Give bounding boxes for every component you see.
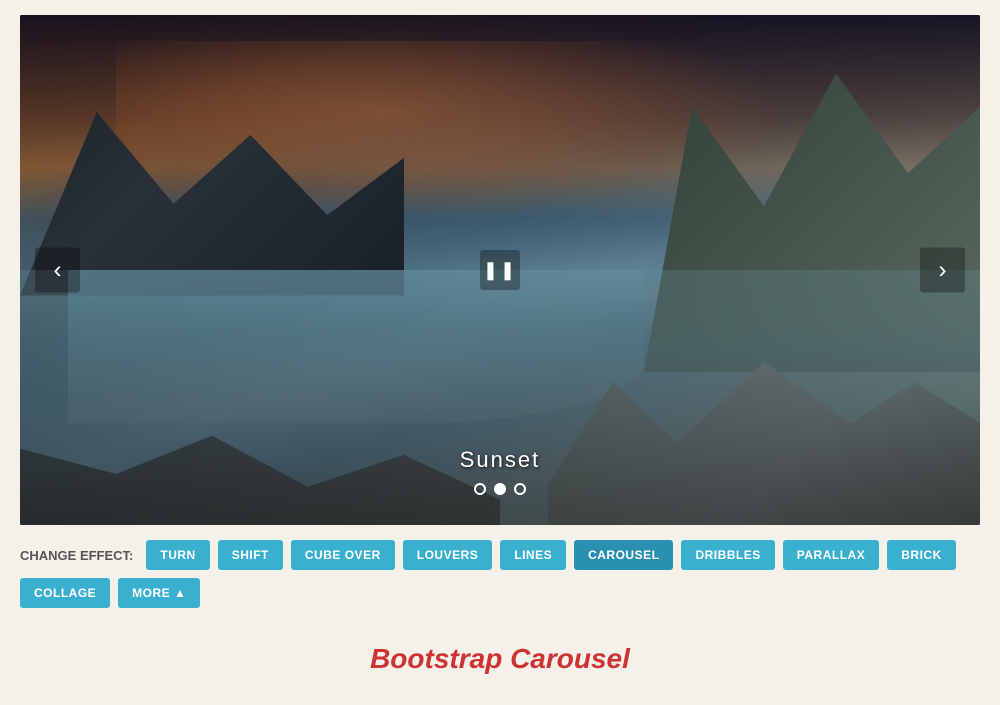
effect-btn-carousel[interactable]: CAROUSEL	[574, 540, 673, 570]
effect-btn-collage[interactable]: COLLAGE	[20, 578, 110, 608]
prev-button[interactable]: ‹	[35, 248, 80, 293]
effect-btn-shift[interactable]: SHIFT	[218, 540, 283, 570]
change-effect-label: CHANGE EFFECT:	[20, 548, 133, 563]
water-area	[68, 270, 644, 423]
effect-btn-cube-over[interactable]: CUBE OVER	[291, 540, 395, 570]
dot-2[interactable]	[494, 483, 506, 495]
caption-area: Sunset	[20, 447, 980, 495]
effect-btn-lines[interactable]: LINES	[500, 540, 566, 570]
effect-btn-turn[interactable]: TURN	[146, 540, 209, 570]
controls-bar: CHANGE EFFECT: TURN SHIFT CUBE OVER LOUVERS…	[20, 540, 980, 608]
effect-btn-brick[interactable]: BRICK	[887, 540, 956, 570]
effect-btn-more[interactable]: MORE ▲	[118, 578, 200, 608]
caption-title: Sunset	[20, 447, 980, 473]
page-title: Bootstrap Carousel	[0, 643, 1000, 675]
dot-1[interactable]	[474, 483, 486, 495]
pause-button[interactable]: ❚❚	[480, 250, 520, 290]
next-button[interactable]: ›	[920, 248, 965, 293]
page-title-section: Bootstrap Carousel	[0, 623, 1000, 685]
effect-btn-louvers[interactable]: LOUVERS	[403, 540, 493, 570]
effect-btn-dribbles[interactable]: DRIBBLES	[681, 540, 774, 570]
effect-btn-parallax[interactable]: PARALLAX	[783, 540, 879, 570]
dots-container	[20, 483, 980, 495]
dot-3[interactable]	[514, 483, 526, 495]
carousel: ‹ ❚❚ › Sunset	[20, 15, 980, 525]
